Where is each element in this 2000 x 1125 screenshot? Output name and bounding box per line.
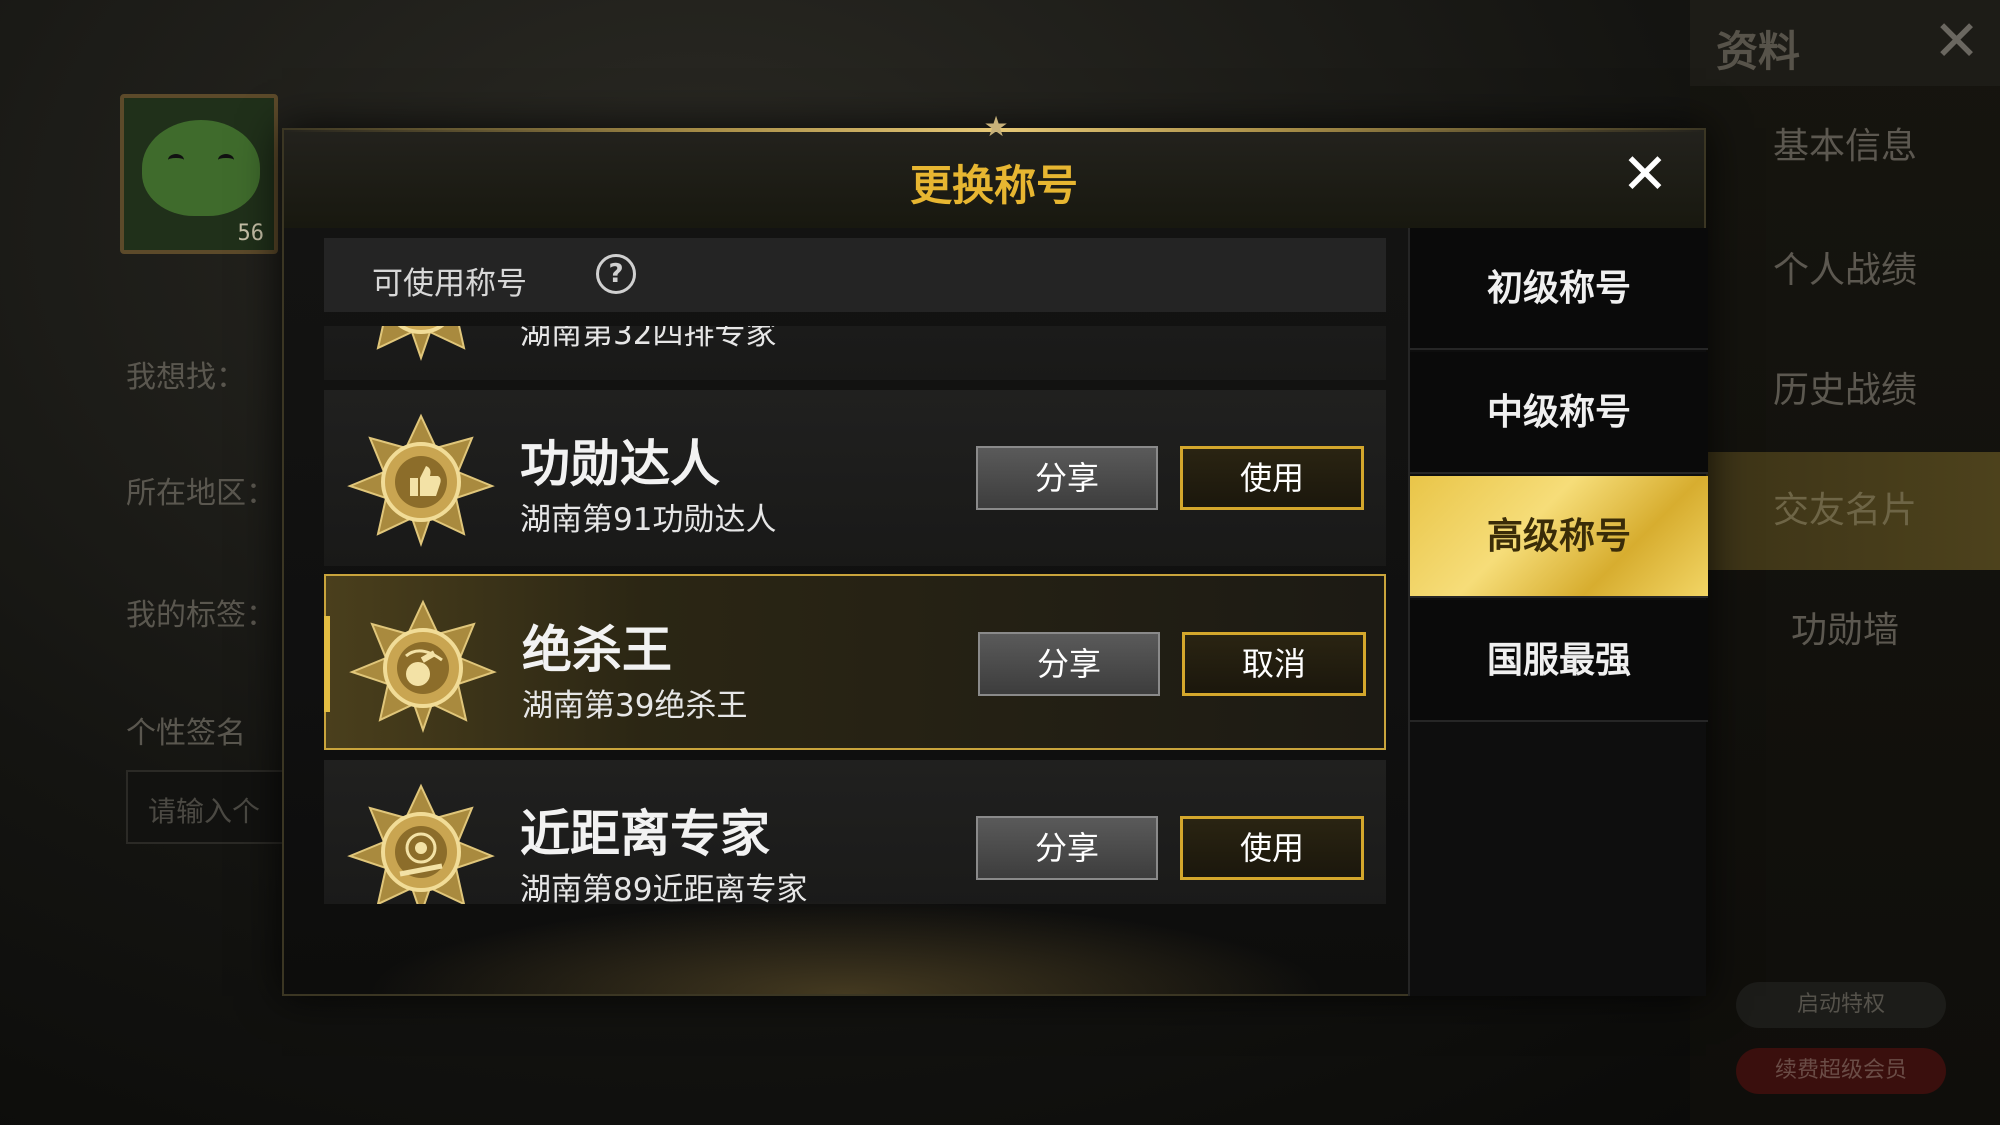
medal-icon (376, 326, 466, 362)
nav-item-social-card[interactable]: 交友名片 (1690, 452, 2000, 570)
title-row-name: 近距离专家 (520, 805, 770, 863)
profile-panel-title: 资料 (1716, 27, 1801, 76)
close-icon[interactable]: ✕ (1620, 147, 1670, 203)
modal-header: 更换称号 ✕ (284, 130, 1704, 228)
title-row: 近距离专家 湖南第89近距离专家 分享 使用 (324, 760, 1386, 904)
nav-item-history-stats[interactable]: 历史战绩 (1690, 332, 2000, 450)
bg-label-tags: 我的标签： (126, 598, 276, 633)
title-row-name: 功勋达人 (520, 435, 720, 493)
profile-side-panel: 资料 ✕ 基本信息 个人战绩 历史战绩 交友名片 功勋墙 启动特权 续费超级会员 (1690, 0, 2000, 1125)
title-list[interactable]: 湖南第32四排专家 功勋达人 湖南第91功勋达人 分享 使用 绝杀王 湖南第39… (324, 326, 1386, 904)
use-button[interactable]: 使用 (1180, 816, 1364, 880)
change-title-modal: 更换称号 ✕ ★ 可使用称号 ? 湖南第32四排专家 功勋达人 湖南第91功勋达… (282, 112, 1708, 996)
title-category-tabs: 初级称号 中级称号 高级称号 国服最强 (1408, 228, 1708, 996)
help-icon[interactable]: ? (596, 254, 636, 294)
bg-label-looking-for: 我想找： (126, 360, 246, 395)
bg-label-signature: 个性签名 (126, 716, 246, 751)
title-row: 湖南第32四排专家 (324, 326, 1386, 380)
modal-title: 更换称号 (909, 161, 1078, 210)
bg-label-region: 所在地区： (126, 476, 276, 511)
privilege-button[interactable]: 启动特权 (1736, 982, 1946, 1028)
cancel-title-button[interactable]: 取消 (1182, 632, 1366, 696)
share-button[interactable]: 分享 (976, 816, 1158, 880)
tab-junior-titles[interactable]: 初级称号 (1410, 228, 1708, 350)
title-row: 功勋达人 湖南第91功勋达人 分享 使用 (324, 390, 1386, 566)
thumbs-up-medal-icon (347, 413, 495, 548)
nav-item-medal-wall[interactable]: 功勋墙 (1690, 572, 2000, 690)
nav-item-personal-stats[interactable]: 个人战绩 (1690, 212, 2000, 330)
player-avatar: 56 (120, 94, 278, 254)
available-titles-header: 可使用称号 ? (324, 238, 1386, 312)
use-button[interactable]: 使用 (1180, 446, 1364, 510)
title-row-subtitle: 湖南第32四排专家 (520, 326, 777, 352)
title-row-subtitle: 湖南第91功勋达人 (520, 502, 777, 538)
tab-senior-titles[interactable]: 高级称号 (1410, 476, 1708, 598)
available-titles-label: 可使用称号 (372, 266, 527, 302)
avatar-face-icon (142, 120, 260, 216)
title-row-selected: 绝杀王 湖南第39绝杀王 分享 取消 (324, 574, 1386, 750)
title-row-subtitle: 湖南第39绝杀王 (522, 688, 748, 724)
panel-close-icon[interactable]: ✕ (1933, 14, 1980, 70)
share-button[interactable]: 分享 (978, 632, 1160, 696)
star-emblem-icon: ★ (983, 110, 1009, 143)
signature-input[interactable]: 请输入个 (126, 770, 306, 844)
avatar-level: 56 (237, 221, 265, 246)
grenade-medal-icon (349, 599, 497, 734)
modal-bottom-glow (284, 884, 1408, 994)
title-row-name: 绝杀王 (522, 621, 672, 679)
share-button[interactable]: 分享 (976, 446, 1158, 510)
profile-panel-header: 资料 ✕ (1690, 0, 2000, 86)
renew-vip-button[interactable]: 续费超级会员 (1736, 1048, 1946, 1094)
nav-item-basic-info[interactable]: 基本信息 (1690, 88, 2000, 206)
tab-intermediate-titles[interactable]: 中级称号 (1410, 352, 1708, 474)
tab-server-strongest[interactable]: 国服最强 (1410, 600, 1708, 722)
